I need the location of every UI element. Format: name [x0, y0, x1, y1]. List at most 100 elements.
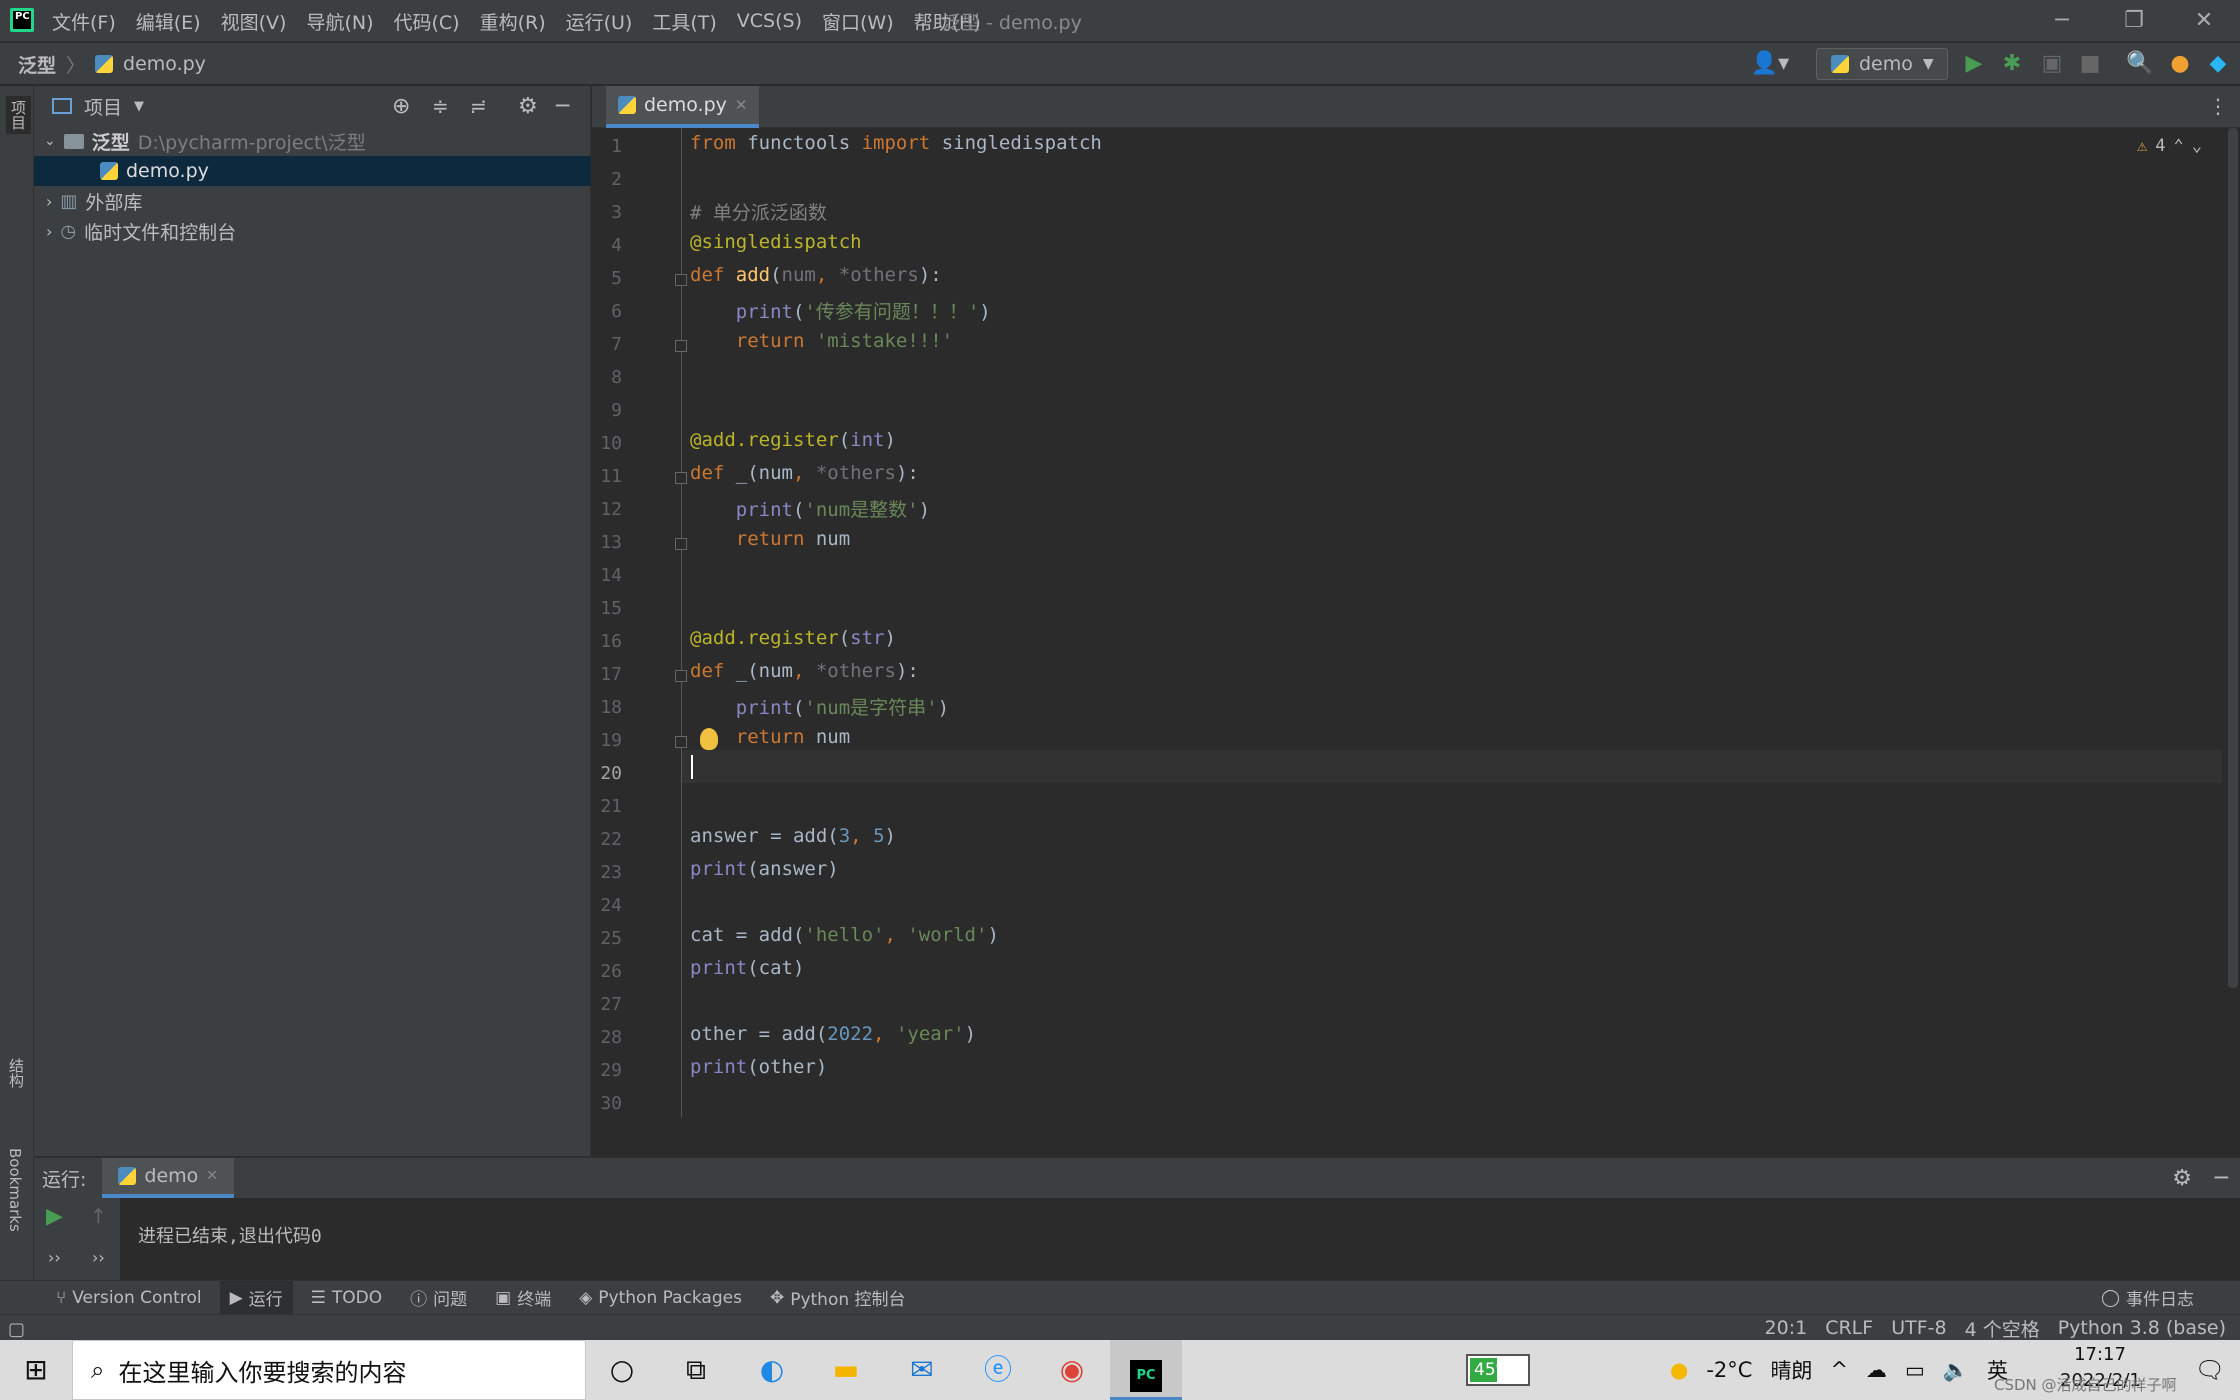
bookmarks-tool-button[interactable]: Bookmarks [6, 1148, 24, 1232]
menu-run[interactable]: 运行(U) [566, 8, 633, 35]
code-line-12[interactable]: print('num是整数') [690, 495, 930, 522]
chevron-down-icon[interactable]: ⌄ [2192, 136, 2202, 156]
tool-version-control[interactable]: ⑂Version Control [46, 1281, 212, 1315]
inspection-widget[interactable]: ⚠ 4 ⌃ ⌄ [2137, 136, 2202, 156]
run-icon[interactable]: ▶ [1956, 43, 1992, 85]
pycharm-taskbar-icon[interactable]: PC [1110, 1340, 1182, 1400]
fold-marker-icon[interactable] [675, 538, 687, 550]
menu-tools[interactable]: 工具(T) [652, 8, 716, 35]
chevron-down-icon[interactable]: ▼ [134, 99, 144, 114]
fold-marker-icon[interactable] [675, 274, 687, 286]
tree-file-demo[interactable]: demo.py [34, 156, 591, 186]
menu-edit[interactable]: 编辑(E) [136, 8, 201, 35]
code-line-29[interactable]: print(other) [690, 1056, 827, 1078]
more-actions-icon[interactable]: ›› [92, 1248, 105, 1267]
window-toggle-icon[interactable]: ▢ [8, 1319, 25, 1340]
weather-desc[interactable]: 晴朗 [1770, 1355, 1812, 1385]
code-line-28[interactable]: other = add(2022, 'year') [690, 1023, 976, 1045]
code-line-3[interactable]: # 单分派泛函数 [690, 198, 827, 225]
chevron-right-icon[interactable]: › [46, 222, 52, 241]
breadcrumb-project[interactable]: 泛型 [18, 51, 56, 78]
coverage-icon[interactable]: ▣ [2034, 43, 2070, 85]
menu-vcs[interactable]: VCS(S) [737, 10, 802, 32]
menu-file[interactable]: 文件(F) [52, 8, 116, 35]
rerun-icon[interactable]: ▶ [46, 1204, 63, 1229]
chevron-right-icon[interactable]: › [46, 192, 52, 211]
cloud-icon[interactable]: ☁ [1866, 1358, 1887, 1382]
chevron-down-icon[interactable]: ⌄ [44, 133, 56, 149]
tool-todo[interactable]: ☰TODO [301, 1281, 393, 1315]
weather-temp[interactable]: -2°C [1706, 1358, 1752, 1382]
chevron-up-icon[interactable]: ⌃ [2174, 136, 2184, 156]
indent-setting[interactable]: 4 个空格 [1965, 1315, 2040, 1342]
code-line-22[interactable]: answer = add(3, 5) [690, 825, 896, 847]
run-tab-demo[interactable]: demo ✕ [102, 1158, 234, 1198]
plugin-icon[interactable]: ◆ [2200, 43, 2236, 85]
fold-marker-icon[interactable] [675, 340, 687, 352]
task-view-icon[interactable]: ⧉ [660, 1340, 732, 1400]
tree-scratches[interactable]: › ◷ 临时文件和控制台 [34, 216, 591, 246]
code-line-25[interactable]: cat = add('hello', 'world') [690, 924, 999, 946]
code-line-6[interactable]: print('传参有问题！！！') [690, 297, 991, 324]
tool-event-log[interactable]: ◯事件日志 [2091, 1281, 2204, 1315]
taskbar-search-box[interactable]: ⌕ 在这里输入你要搜索的内容 [72, 1340, 586, 1400]
menu-view[interactable]: 视图(V) [221, 8, 287, 35]
locate-icon[interactable]: ⊕ [392, 94, 410, 119]
gear-icon[interactable]: ⚙ [2172, 1166, 2192, 1191]
menu-window[interactable]: 窗口(W) [822, 8, 894, 35]
tree-external-libraries[interactable]: › ▥ 外部库 [34, 186, 591, 216]
caret-position[interactable]: 20:1 [1765, 1317, 1808, 1339]
minimize-button[interactable]: ─ [2026, 4, 2098, 38]
battery-indicator[interactable]: 45% [1466, 1354, 1530, 1386]
fold-marker-icon[interactable] [675, 670, 687, 682]
code-line-17[interactable]: def _(num, *others): [690, 660, 919, 682]
windows-start-icon[interactable]: ⊞ [0, 1340, 72, 1400]
python-interpreter[interactable]: Python 3.8 (base) [2058, 1317, 2226, 1339]
file-explorer-icon[interactable]: ▬ [810, 1340, 882, 1400]
battery-icon[interactable]: ▭ [1905, 1358, 1925, 1382]
tool-run[interactable]: ▶运行 [220, 1281, 293, 1315]
tool-python-console[interactable]: ✥Python 控制台 [760, 1281, 916, 1315]
code-editor[interactable]: 1234567891011121314151617181920212223242… [592, 128, 2240, 1156]
mail-icon[interactable]: ✉ [886, 1340, 958, 1400]
file-encoding[interactable]: UTF-8 [1891, 1317, 1946, 1339]
code-line-23[interactable]: print(answer) [690, 858, 839, 880]
more-actions-icon[interactable]: ›› [48, 1248, 61, 1267]
debug-icon[interactable]: ✱ [1994, 43, 2030, 85]
project-tool-button[interactable]: 项目 [6, 96, 31, 134]
vertical-scrollbar[interactable] [2228, 128, 2238, 988]
update-icon[interactable]: ● [2162, 43, 2198, 85]
code-line-7[interactable]: return 'mistake!!!' [690, 330, 953, 352]
scroll-up-icon[interactable]: ↑ [90, 1204, 107, 1228]
search-icon[interactable]: 🔍 [2122, 43, 2158, 85]
menu-refactor[interactable]: 重构(R) [480, 8, 546, 35]
more-options-icon[interactable]: ⋮ [2208, 94, 2228, 118]
menu-code[interactable]: 代码(C) [393, 8, 459, 35]
gear-icon[interactable]: ⚙ [518, 94, 538, 119]
code-line-18[interactable]: print('num是字符串') [690, 693, 949, 720]
fold-marker-icon[interactable] [675, 736, 687, 748]
pycharm-logo-icon[interactable]: PC [10, 8, 34, 32]
code-line-5[interactable]: def add(num, *others): [690, 264, 942, 286]
stop-icon[interactable]: ■ [2072, 43, 2108, 85]
run-config-selector[interactable]: demo ▼ [1816, 48, 1948, 80]
fold-marker-icon[interactable] [675, 472, 687, 484]
breadcrumb-file[interactable]: demo.py [123, 53, 206, 75]
tab-demo-py[interactable]: demo.py ✕ [606, 86, 759, 128]
close-icon[interactable]: ✕ [735, 96, 748, 114]
expand-all-icon[interactable]: ≑ [432, 94, 449, 118]
restore-button[interactable]: ❐ [2098, 4, 2170, 38]
account-icon[interactable]: 👤▾ [1748, 43, 1792, 85]
close-icon[interactable]: ✕ [206, 1168, 218, 1184]
tool-python-packages[interactable]: ◈Python Packages [569, 1281, 752, 1315]
line-separator[interactable]: CRLF [1825, 1317, 1873, 1339]
code-line-4[interactable]: @singledispatch [690, 231, 862, 253]
notification-icon[interactable]: 🗨 [2174, 1340, 2240, 1400]
edge-browser-icon[interactable]: ◐ [736, 1340, 808, 1400]
code-line-10[interactable]: @add.register(int) [690, 429, 896, 451]
project-panel-title[interactable]: 项目 [84, 93, 122, 120]
structure-tool-button[interactable]: 结构 [6, 1058, 27, 1088]
code-line-1[interactable]: from functools import singledispatch [690, 132, 1102, 154]
volume-icon[interactable]: 🔈 [1943, 1358, 1969, 1383]
hide-panel-icon[interactable]: ─ [556, 94, 569, 119]
